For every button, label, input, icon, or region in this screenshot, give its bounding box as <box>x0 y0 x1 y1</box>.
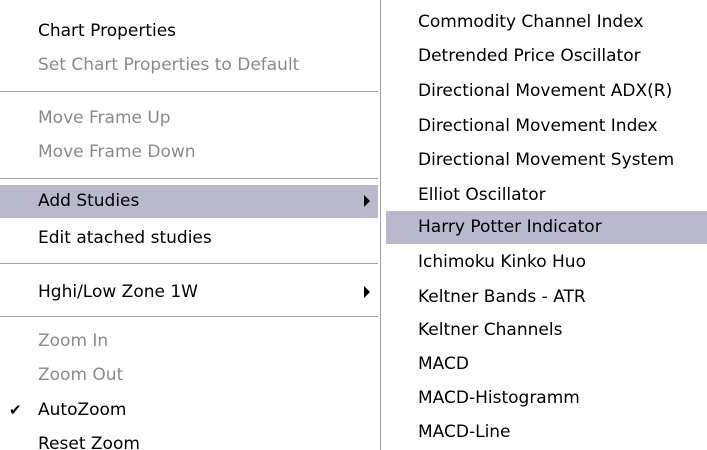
submenu-item[interactable]: Directional Movement Index <box>386 110 707 143</box>
menu-item-label: AutoZoom <box>38 400 127 420</box>
menu-item-zoom-out[interactable]: Zoom Out <box>0 359 378 392</box>
submenu-item[interactable]: Keltner Bands - ATR <box>386 281 707 314</box>
submenu-item-label: MACD <box>418 354 469 374</box>
menu-divider <box>380 0 381 450</box>
submenu-item-label: MACD-Histogramm <box>418 388 580 408</box>
menu-item-label: Hghi/Low Zone 1W <box>38 282 198 302</box>
menu-item-chart-properties[interactable]: Chart Properties <box>0 15 378 48</box>
menu-separator <box>0 263 378 264</box>
submenu-item[interactable]: Keltner Channels <box>386 314 707 347</box>
submenu-item[interactable]: Elliot Oscillator <box>386 179 707 212</box>
menu-item-label: Zoom Out <box>38 365 124 385</box>
studies-submenu: Commodity Channel Index Detrended Price … <box>386 0 707 450</box>
menu-separator <box>0 316 378 317</box>
menu-item-label: Edit atached studies <box>38 228 212 248</box>
submenu-item-label: Directional Movement Index <box>418 116 658 136</box>
submenu-item[interactable]: Directional Movement ADX(R) <box>386 75 707 108</box>
menu-item-label: Chart Properties <box>38 21 177 41</box>
menu-item-reset-zoom[interactable]: Reset Zoom <box>0 428 378 450</box>
menu-item-move-frame-down[interactable]: Move Frame Down <box>0 136 378 169</box>
menu-item-move-frame-up[interactable]: Move Frame Up <box>0 102 378 135</box>
menu-item-high-low-zone[interactable]: Hghi/Low Zone 1W <box>0 276 378 309</box>
submenu-arrow-icon <box>364 195 370 207</box>
checkmark-icon: ✔ <box>9 401 22 419</box>
menu-item-label: Move Frame Down <box>38 142 196 162</box>
submenu-item[interactable]: Directional Movement System <box>386 144 707 177</box>
submenu-item-label: Detrended Price Oscillator <box>418 46 641 66</box>
submenu-item-label: Directional Movement System <box>418 150 675 170</box>
menu-item-zoom-in[interactable]: Zoom In <box>0 325 378 358</box>
menu-item-label: Set Chart Properties to Default <box>38 55 300 75</box>
submenu-item-highlighted[interactable]: Harry Potter Indicator <box>386 211 707 244</box>
submenu-item-label: Commodity Channel Index <box>418 12 644 32</box>
submenu-item-label: MACD-Line <box>418 422 511 442</box>
submenu-item-label: Ichimoku Kinko Huo <box>418 252 586 272</box>
submenu-item-label: Keltner Channels <box>418 320 563 340</box>
submenu-item[interactable]: MACD <box>386 348 707 381</box>
submenu-item-label: Harry Potter Indicator <box>418 217 602 237</box>
submenu-item-label: Directional Movement ADX(R) <box>418 81 673 101</box>
submenu-item-label: Elliot Oscillator <box>418 185 546 205</box>
menu-item-label: Move Frame Up <box>38 108 171 128</box>
menu-separator <box>0 91 378 92</box>
submenu-item[interactable]: Ichimoku Kinko Huo <box>386 246 707 279</box>
menu-item-autozoom[interactable]: ✔ AutoZoom <box>0 394 378 427</box>
menu-item-edit-studies[interactable]: Edit atached studies <box>0 222 378 255</box>
submenu-item[interactable]: MACD-Histogramm <box>386 382 707 415</box>
menu-item-label: Reset Zoom <box>38 434 140 450</box>
submenu-arrow-icon <box>364 286 370 298</box>
submenu-item[interactable]: MACD-Line <box>386 416 707 449</box>
submenu-item[interactable]: Detrended Price Oscillator <box>386 40 707 73</box>
menu-item-set-default[interactable]: Set Chart Properties to Default <box>0 49 378 82</box>
menu-item-label: Zoom In <box>38 331 109 351</box>
submenu-item-label: Keltner Bands - ATR <box>418 287 586 307</box>
submenu-item[interactable]: Commodity Channel Index <box>386 6 707 39</box>
menu-separator <box>0 178 378 179</box>
menu-item-label: Add Studies <box>38 191 140 211</box>
menu-item-add-studies[interactable]: Add Studies <box>0 185 378 218</box>
context-menu: Chart Properties Set Chart Properties to… <box>0 0 378 450</box>
